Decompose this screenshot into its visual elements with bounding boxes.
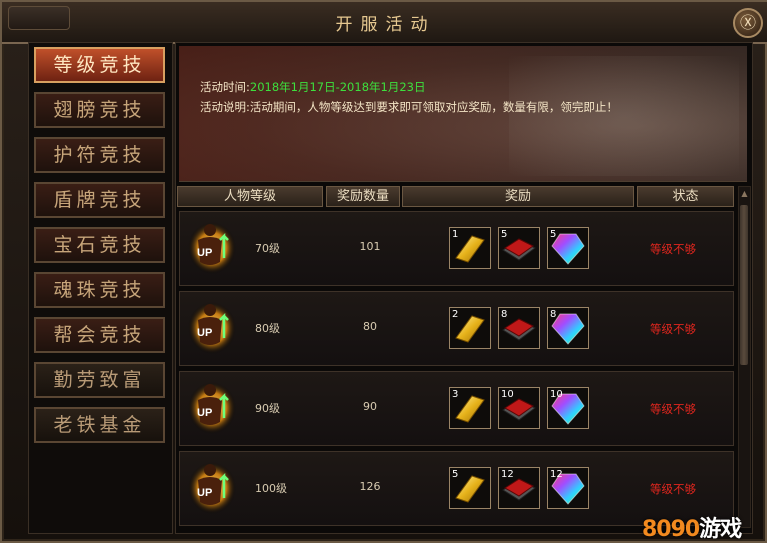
item-quantity: 2 <box>452 309 459 320</box>
watermark-text: 8090游戏 <box>642 517 742 542</box>
reward-count: 80 <box>363 320 377 333</box>
event-category-sidebar: 等级竞技 翅膀竞技 护符竞技 盾牌竞技 宝石竞技 魂珠竞技 帮会竞技 勤劳致富 … <box>28 42 173 534</box>
sidebar-item-level[interactable]: 等级竞技 <box>34 47 165 83</box>
level-up-icon: UP <box>188 298 238 354</box>
svg-text:UP: UP <box>197 487 212 499</box>
event-description: 活动说明:活动期间，人物等级达到要求即可领取对应奖励，数量有限，领完即止！ <box>200 99 618 115</box>
item-quantity: 12 <box>550 469 563 480</box>
scroll-thumb[interactable] <box>740 205 748 365</box>
sidebar-item-gem[interactable]: 宝石竞技 <box>34 227 165 263</box>
status-text: 等级不够 <box>650 402 696 416</box>
sidebar-item-fund[interactable]: 老铁基金 <box>34 407 165 443</box>
gold-bar-icon[interactable]: 3 <box>449 387 491 429</box>
item-quantity: 8 <box>501 309 508 320</box>
event-content: 活动时间:2018年1月17日-2018年1月23日 活动说明:活动期间，人物等… <box>175 42 753 534</box>
title-bar: 开服活动 Ⓧ <box>2 2 767 44</box>
table-row: UP 70级 101 1 5 5 等级不够 <box>179 211 734 286</box>
reward-count: 90 <box>363 400 377 413</box>
item-quantity: 10 <box>550 389 563 400</box>
header-status: 状态 <box>637 186 734 207</box>
item-quantity: 3 <box>452 389 459 400</box>
level-up-icon: UP <box>188 218 238 274</box>
table-row: UP 80级 80 2 8 8 等级不够 <box>179 291 734 366</box>
item-quantity: 8 <box>550 309 557 320</box>
gold-bar-icon[interactable]: 2 <box>449 307 491 349</box>
svg-text:UP: UP <box>197 407 212 419</box>
event-time-label: 活动时间: <box>200 80 250 94</box>
item-quantity: 5 <box>452 469 459 480</box>
level-requirement: 100级 <box>255 482 287 495</box>
status-text: 等级不够 <box>650 242 696 256</box>
item-quantity: 12 <box>501 469 514 480</box>
event-window: 开服活动 Ⓧ 等级竞技 翅膀竞技 护符竞技 盾牌竞技 宝石竞技 魂珠竞技 帮会竞… <box>0 0 767 543</box>
rainbow-gem-icon[interactable]: 12 <box>547 467 589 509</box>
level-up-icon: UP <box>188 458 238 514</box>
event-desc-value: 活动期间，人物等级达到要求即可领取对应奖励，数量有限，领完即止！ <box>249 100 618 114</box>
gold-bar-icon[interactable]: 5 <box>449 467 491 509</box>
item-quantity: 5 <box>501 229 508 240</box>
event-time-value: 2018年1月17日-2018年1月23日 <box>249 80 426 94</box>
red-book-icon[interactable]: 10 <box>498 387 540 429</box>
header-count: 奖励数量 <box>326 186 400 207</box>
rainbow-gem-icon[interactable]: 10 <box>547 387 589 429</box>
event-time: 活动时间:2018年1月17日-2018年1月23日 <box>200 79 425 95</box>
rainbow-gem-icon[interactable]: 5 <box>547 227 589 269</box>
sidebar-item-shield[interactable]: 盾牌竞技 <box>34 182 165 218</box>
event-desc-label: 活动说明: <box>200 100 250 114</box>
window-title: 开服活动 <box>335 15 436 35</box>
rainbow-gem-icon[interactable]: 8 <box>547 307 589 349</box>
gold-bar-icon[interactable]: 1 <box>449 227 491 269</box>
status-text: 等级不够 <box>650 322 696 336</box>
banner-artwork <box>509 56 739 176</box>
sidebar-item-guild[interactable]: 帮会竞技 <box>34 317 165 353</box>
table-scrollbar[interactable]: ▲ <box>738 186 751 528</box>
scroll-up-icon[interactable]: ▲ <box>740 189 749 198</box>
sidebar-item-soul-orb[interactable]: 魂珠竞技 <box>34 272 165 308</box>
red-book-icon[interactable]: 12 <box>498 467 540 509</box>
red-book-icon[interactable]: 8 <box>498 307 540 349</box>
table-row: UP 90级 90 3 10 10 等级不够 <box>179 371 734 446</box>
item-quantity: 1 <box>452 229 459 240</box>
reward-count: 126 <box>359 480 381 493</box>
svg-text:UP: UP <box>197 247 212 259</box>
level-requirement: 90级 <box>255 402 280 415</box>
event-banner: 活动时间:2018年1月17日-2018年1月23日 活动说明:活动期间，人物等… <box>179 46 747 182</box>
header-level: 人物等级 <box>177 186 323 207</box>
header-rewards: 奖励 <box>402 186 634 207</box>
item-quantity: 10 <box>501 389 514 400</box>
level-requirement: 80级 <box>255 322 280 335</box>
sidebar-item-amulet[interactable]: 护符竞技 <box>34 137 165 173</box>
level-up-icon: UP <box>188 378 238 434</box>
sidebar-item-wings[interactable]: 翅膀竞技 <box>34 92 165 128</box>
red-book-icon[interactable]: 5 <box>498 227 540 269</box>
reward-count: 101 <box>359 240 381 253</box>
sidebar-item-diligence[interactable]: 勤劳致富 <box>34 362 165 398</box>
svg-text:UP: UP <box>197 327 212 339</box>
close-button[interactable]: Ⓧ <box>733 8 763 38</box>
site-watermark: 8090游戏 <box>642 497 767 542</box>
status-text: 等级不够 <box>650 482 696 496</box>
item-quantity: 5 <box>550 229 557 240</box>
level-requirement: 70级 <box>255 242 280 255</box>
